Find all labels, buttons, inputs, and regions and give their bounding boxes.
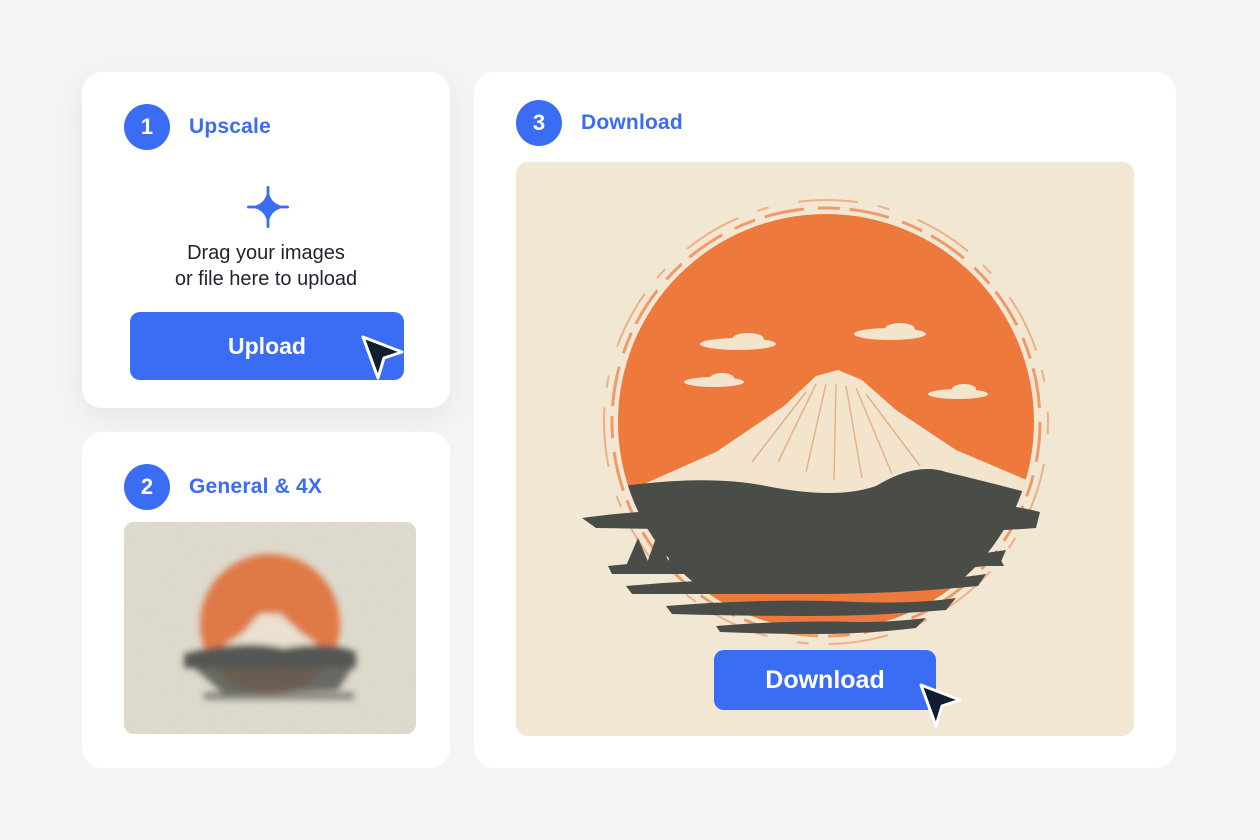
step-3-badge: 3: [516, 100, 562, 146]
step-2-badge: 2: [124, 464, 170, 510]
download-card: 3 Download Download: [474, 72, 1176, 768]
general-4x-card: 2 General & 4X: [82, 432, 450, 768]
drag-instruction-line-1: Drag your images: [187, 242, 345, 264]
download-button[interactable]: Download: [714, 650, 936, 710]
cursor-arrow-icon: [919, 683, 962, 728]
cursor-arrow-icon: [361, 335, 404, 380]
sparkle-plus-icon: [247, 186, 289, 228]
step-3-title: Download: [581, 111, 683, 134]
step-2-title: General & 4X: [189, 475, 323, 498]
step-1-title: Upscale: [189, 115, 271, 138]
low-res-preview-image: [124, 522, 416, 734]
step-1-badge: 1: [124, 104, 170, 150]
upscale-card: 1 Upscale Drag your images or file here …: [82, 72, 450, 408]
drag-instruction-line-2: or file here to upload: [174, 268, 358, 290]
